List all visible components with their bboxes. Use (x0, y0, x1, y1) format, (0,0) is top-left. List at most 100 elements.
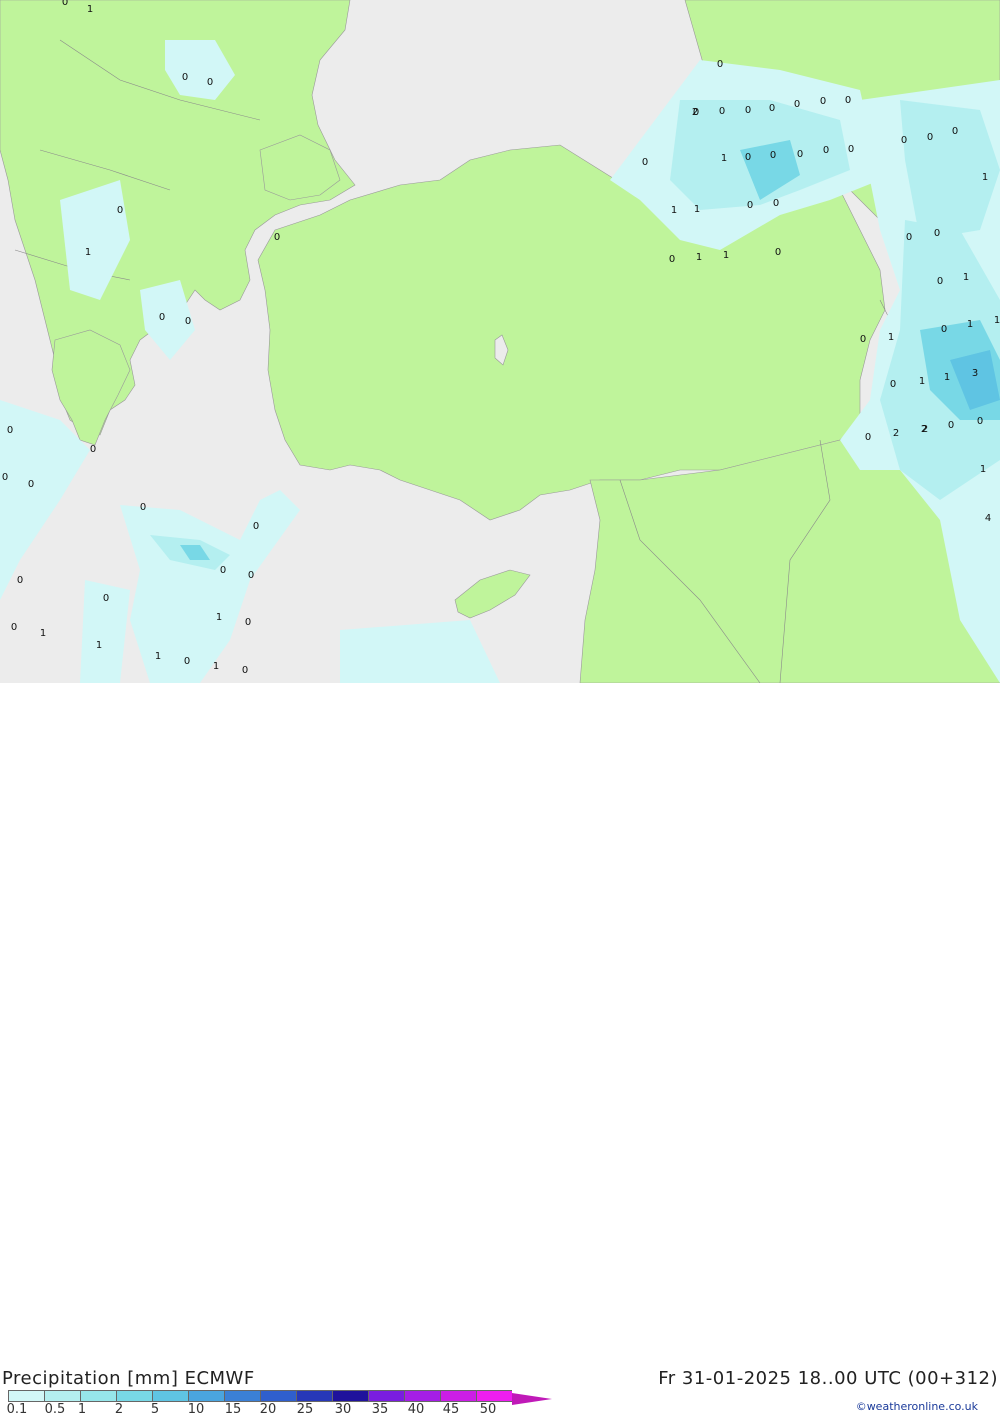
legend-tick-label: 30 (334, 1402, 352, 1417)
precip-value-label: 0 (941, 324, 947, 335)
precipitation-map: 0 1 0 0 0 1 0 0 0 0 0 0 0 0 0 0 1 0 0 0 0 1 1 0 1 0 0 0 0 0 0 0 2 0 0 1 0 0 0 0… (0, 0, 1000, 683)
precip-value-label: 1 (994, 315, 1000, 326)
precip-value-label: 1 (963, 272, 969, 283)
precip-value-label: 0 (775, 247, 781, 258)
legend-swatch (224, 1390, 260, 1402)
precip-value-label: 1 (919, 376, 925, 387)
precip-value-label: 1 (696, 252, 702, 263)
legend-swatch (368, 1390, 404, 1402)
precip-value-label: 0 (62, 0, 68, 8)
legend-tick-label: 35 (371, 1402, 389, 1417)
precip-value-label: 1 (980, 464, 986, 475)
precip-value-label: 0 (901, 135, 907, 146)
precip-value-label: 0 (182, 72, 188, 83)
precip-value-label: 0 (117, 205, 123, 216)
precip-value-label: 1 (944, 372, 950, 383)
legend-swatch (152, 1390, 188, 1402)
precip-value-label: 0 (773, 198, 779, 209)
precip-value-label: 0 (184, 656, 190, 667)
precip-value-label: 1 (694, 204, 700, 215)
precip-value-label: 1 (40, 628, 46, 639)
precip-value-label: 1 (155, 651, 161, 662)
precip-value-label: 0 (642, 157, 648, 168)
precip-value-label: 1 (671, 205, 677, 216)
legend-tick-label: 1 (77, 1402, 87, 1417)
legend-swatch (80, 1390, 116, 1402)
precip-value-label: 0 (745, 152, 751, 163)
precip-value-label: 0 (717, 59, 723, 70)
precip-value-label: 0 (719, 106, 725, 117)
legend-swatch (332, 1390, 368, 1402)
precip-value-label: 1 (213, 661, 219, 672)
legend-swatch (44, 1390, 80, 1402)
legend-swatch (188, 1390, 224, 1402)
legend-tick-label: 25 (296, 1402, 314, 1417)
precip-value-label: 0 (90, 444, 96, 455)
legend-swatch (296, 1390, 332, 1402)
precip-value-label: 0 (207, 77, 213, 88)
precip-value-label: 2 (692, 107, 698, 118)
legend-swatch (8, 1390, 44, 1402)
legend-swatch (116, 1390, 152, 1402)
precip-value-label: 0 (952, 126, 958, 137)
precip-value-label: 0 (745, 105, 751, 116)
precip-value-label: 0 (140, 502, 146, 513)
precip-value-label: 1 (982, 172, 988, 183)
precip-value-label: 0 (820, 96, 826, 107)
precip-value-label: 0 (860, 334, 866, 345)
legend-swatch (512, 1390, 552, 1405)
precip-value-label: 0 (769, 103, 775, 114)
precip-value-label: 0 (865, 432, 871, 443)
precip-value-label: 3 (972, 368, 978, 379)
legend-tick-label: 40 (407, 1402, 425, 1417)
precip-value-label: 0 (823, 145, 829, 156)
precip-value-label: 0 (248, 570, 254, 581)
precip-value-label: 0 (848, 144, 854, 155)
legend-tick-label: 5 (150, 1402, 160, 1417)
precip-value-label: 0 (906, 232, 912, 243)
legend-swatch (260, 1390, 296, 1402)
precip-value-label: 4 (985, 513, 991, 524)
precip-value-label: 0 (245, 617, 251, 628)
precip-value-label: 0 (948, 420, 954, 431)
precip-value-label: 0 (747, 200, 753, 211)
precip-value-label: 0 (794, 99, 800, 110)
precip-value-label: 0 (159, 312, 165, 323)
precip-value-label: 0 (797, 149, 803, 160)
legend-tick-label: 0.5 (44, 1402, 66, 1417)
footer: Precipitation [mm] ECMWF Fr 31-01-2025 1… (0, 683, 1000, 1417)
map-valid-time: Fr 31-01-2025 18..00 UTC (00+312) (658, 1368, 998, 1389)
credit-link[interactable]: ©weatheronline.co.uk (856, 1400, 978, 1413)
precip-value-label: 2 (921, 424, 927, 435)
precip-value-label: 1 (888, 332, 894, 343)
legend-tick-label: 2 (114, 1402, 124, 1417)
legend-tick-label: 0.1 (6, 1402, 28, 1417)
legend-tick-label: 20 (259, 1402, 277, 1417)
map-title: Precipitation [mm] ECMWF (2, 1368, 255, 1389)
precip-value-label: 0 (7, 425, 13, 436)
precip-value-label: 0 (890, 379, 896, 390)
legend-tick-label: 45 (442, 1402, 460, 1417)
precip-value-label: 0 (220, 565, 226, 576)
precip-value-label: 1 (967, 319, 973, 330)
precip-value-label: 0 (11, 622, 17, 633)
precip-value-label: 1 (87, 4, 93, 15)
precip-value-label: 0 (28, 479, 34, 490)
precip-value-label: 1 (85, 247, 91, 258)
legend-ticks: 0.1 0.5 1 2 5 10 15 20 25 30 35 40 45 50 (0, 1402, 520, 1417)
precip-value-label: 1 (216, 612, 222, 623)
legend-swatch (476, 1390, 512, 1402)
precip-value-label: 0 (2, 472, 8, 483)
precip-value-label: 1 (723, 250, 729, 261)
precip-value-label: 0 (937, 276, 943, 287)
precip-value-label: 0 (242, 665, 248, 676)
precip-value-label: 0 (253, 521, 259, 532)
precip-value-label: 0 (17, 575, 23, 586)
legend-tick-label: 10 (187, 1402, 205, 1417)
legend-tick-label: 15 (224, 1402, 242, 1417)
precip-value-label: 0 (770, 150, 776, 161)
precip-value-label: 0 (669, 254, 675, 265)
legend-colorbar (8, 1390, 552, 1405)
precip-value-label: 0 (927, 132, 933, 143)
precip-value-label: 1 (96, 640, 102, 651)
